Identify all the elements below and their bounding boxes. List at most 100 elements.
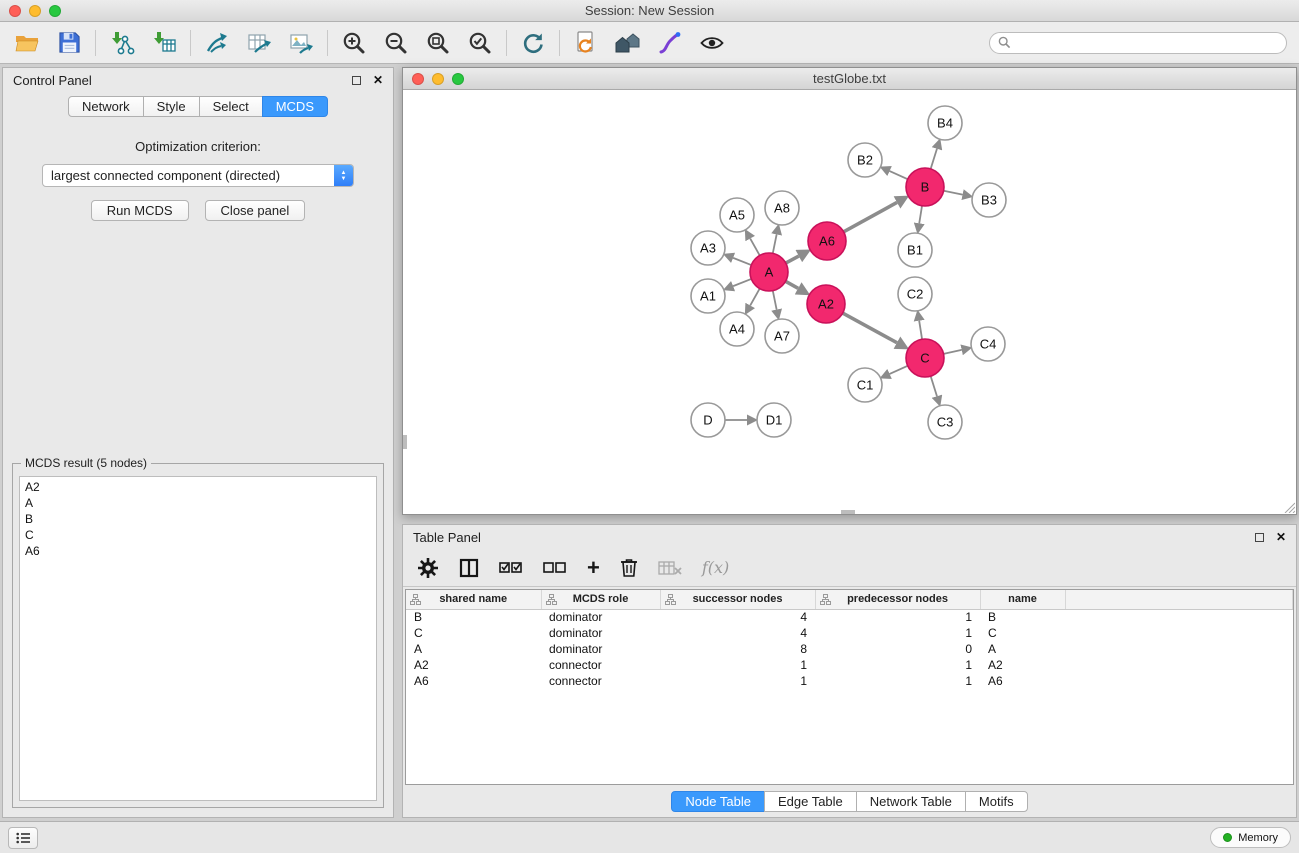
column-header-predecessor-nodes[interactable]: predecessor nodes: [815, 590, 980, 609]
graph-edge-A-A4[interactable]: [750, 289, 759, 306]
function-builder-button[interactable]: f(x): [702, 556, 729, 580]
graph-edge-A-A8[interactable]: [773, 234, 777, 253]
graph-node-A3[interactable]: A3: [691, 231, 725, 265]
graph-node-B[interactable]: B: [906, 168, 944, 206]
graph-node-C4[interactable]: C4: [971, 327, 1005, 361]
graph-edge-B-B2[interactable]: [890, 171, 908, 179]
graph-node-A8[interactable]: A8: [765, 191, 799, 225]
graph-node-A6[interactable]: A6: [808, 222, 846, 260]
graph-edge-A6-B[interactable]: [844, 202, 897, 231]
graph-node-C1[interactable]: C1: [848, 368, 882, 402]
column-header-mcds-role[interactable]: MCDS role: [541, 590, 660, 609]
graph-edge-A2-C[interactable]: [843, 313, 897, 343]
horizontal-scroll-hint[interactable]: [841, 510, 855, 514]
graph-node-C2[interactable]: C2: [898, 277, 932, 311]
mcds-result-item[interactable]: A2: [25, 479, 371, 495]
import-network-button[interactable]: [107, 28, 137, 58]
tab-select[interactable]: Select: [199, 96, 263, 117]
network-canvas[interactable]: B4B2BB3A5A8A6B1A3AC2A1A2A4A7C4CC1C3DD1: [403, 90, 1296, 514]
graph-edge-A-A3[interactable]: [733, 258, 751, 265]
tab-network[interactable]: Network: [68, 96, 144, 117]
table-row[interactable]: Bdominator41B: [406, 609, 1293, 625]
graph-node-D[interactable]: D: [691, 403, 725, 437]
mcds-result-item[interactable]: C: [25, 527, 371, 543]
delete-column-button[interactable]: [620, 556, 638, 580]
graph-edge-B-B3[interactable]: [944, 191, 963, 195]
mcds-result-item[interactable]: A: [25, 495, 371, 511]
network-close-button[interactable]: [412, 73, 424, 85]
graph-edge-B-B4[interactable]: [931, 149, 937, 169]
import-table-button[interactable]: [149, 28, 179, 58]
search-field[interactable]: [989, 32, 1287, 54]
graph-node-A[interactable]: A: [750, 253, 788, 291]
column-header-shared-name[interactable]: shared name: [406, 590, 541, 609]
graph-node-A2[interactable]: A2: [807, 285, 845, 323]
table-row[interactable]: A2connector11A2: [406, 657, 1293, 673]
graph-edge-A-A7[interactable]: [773, 291, 777, 310]
column-header-successor-nodes[interactable]: successor nodes: [660, 590, 815, 609]
show-columns-button[interactable]: [459, 556, 479, 580]
export-table-button[interactable]: [244, 28, 274, 58]
graph-edge-A-A1[interactable]: [733, 279, 751, 286]
show-hide-button[interactable]: [697, 28, 727, 58]
zoom-selected-button[interactable]: [465, 28, 495, 58]
show-panels-button[interactable]: [8, 827, 38, 849]
mcds-result-list[interactable]: A2ABCA6: [19, 476, 377, 801]
apply-layout-button[interactable]: [518, 28, 548, 58]
run-mcds-button[interactable]: Run MCDS: [91, 200, 189, 221]
mcds-result-item[interactable]: A6: [25, 543, 371, 559]
close-window-button[interactable]: [9, 5, 21, 17]
graph-edge-C-C2[interactable]: [919, 321, 922, 340]
network-graph[interactable]: B4B2BB3A5A8A6B1A3AC2A1A2A4A7C4CC1C3DD1: [403, 90, 1293, 514]
table-settings-button[interactable]: [417, 556, 439, 580]
zoom-in-button[interactable]: [339, 28, 369, 58]
tab-node-table[interactable]: Node Table: [671, 791, 765, 812]
graph-edge-A-A5[interactable]: [750, 239, 759, 256]
graph-edge-C-C1[interactable]: [890, 366, 908, 374]
memory-button[interactable]: Memory: [1210, 827, 1291, 848]
graph-node-C[interactable]: C: [906, 339, 944, 377]
zoom-fit-button[interactable]: [423, 28, 453, 58]
vertical-scroll-hint[interactable]: [403, 435, 407, 449]
mcds-result-item[interactable]: B: [25, 511, 371, 527]
zoom-out-button[interactable]: [381, 28, 411, 58]
float-panel-icon[interactable]: [1255, 533, 1264, 542]
graph-node-B2[interactable]: B2: [848, 143, 882, 177]
float-panel-icon[interactable]: [352, 76, 361, 85]
export-network-button[interactable]: [202, 28, 232, 58]
table-row[interactable]: A6connector11A6: [406, 673, 1293, 689]
graph-edge-C-C4[interactable]: [944, 350, 962, 354]
tab-style[interactable]: Style: [143, 96, 200, 117]
graph-node-A5[interactable]: A5: [720, 198, 754, 232]
minimize-window-button[interactable]: [29, 5, 41, 17]
export-image-button[interactable]: [286, 28, 316, 58]
home-button[interactable]: [613, 28, 643, 58]
copy-style-button[interactable]: [571, 28, 601, 58]
network-minimize-button[interactable]: [432, 73, 444, 85]
tab-network-table[interactable]: Network Table: [856, 791, 966, 812]
search-input[interactable]: [1016, 36, 1278, 50]
graph-node-A7[interactable]: A7: [765, 319, 799, 353]
delete-table-button[interactable]: [658, 556, 682, 580]
table-row[interactable]: Adominator80A: [406, 641, 1293, 657]
graph-node-D1[interactable]: D1: [757, 403, 791, 437]
close-panel-icon[interactable]: ✕: [373, 74, 383, 86]
open-session-button[interactable]: [12, 28, 42, 58]
network-zoom-button[interactable]: [452, 73, 464, 85]
graph-edge-A-A6[interactable]: [786, 256, 799, 263]
table-row[interactable]: Cdominator41C: [406, 625, 1293, 641]
save-session-button[interactable]: [54, 28, 84, 58]
tab-motifs[interactable]: Motifs: [965, 791, 1028, 812]
graph-edge-A-A2[interactable]: [786, 281, 799, 288]
graph-node-B1[interactable]: B1: [898, 233, 932, 267]
criterion-dropdown[interactable]: largest connected component (directed) ▲…: [42, 164, 354, 187]
tab-edge-table[interactable]: Edge Table: [764, 791, 857, 812]
annotation-button[interactable]: [655, 28, 685, 58]
add-column-button[interactable]: +: [587, 556, 600, 580]
graph-node-A4[interactable]: A4: [720, 312, 754, 346]
zoom-window-button[interactable]: [49, 5, 61, 17]
resize-grip[interactable]: [1283, 501, 1295, 513]
unselect-all-button[interactable]: [543, 556, 567, 580]
graph-node-B4[interactable]: B4: [928, 106, 962, 140]
graph-node-B3[interactable]: B3: [972, 183, 1006, 217]
